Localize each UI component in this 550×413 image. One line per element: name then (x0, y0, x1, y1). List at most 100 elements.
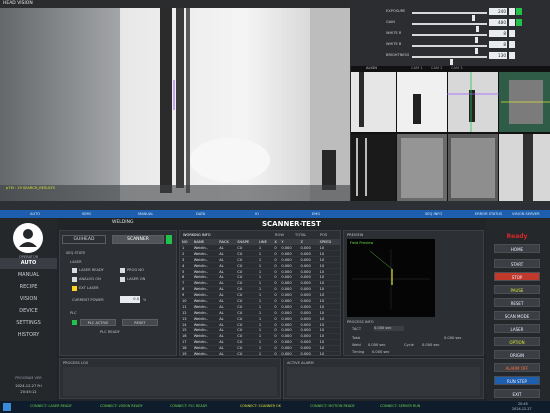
checkbox[interactable] (72, 268, 77, 273)
checkbox-checked[interactable] (72, 286, 77, 291)
slider-row: BRIGHTNESS 130 (350, 51, 550, 65)
strip-item[interactable]: SEQ INFO (425, 212, 442, 216)
camera-view[interactable]: HEAD VISION p7M : 19 SEARCH_RESULTS (0, 0, 350, 201)
strip-item[interactable]: ERROR STATUS (475, 212, 502, 216)
origin-button[interactable]: ORIGIN (494, 350, 540, 359)
home-button[interactable]: HOME (494, 244, 540, 253)
sidebar-item-recipe[interactable]: RECIPE (0, 282, 57, 293)
alarm-off-button[interactable]: ALARM OFF (494, 363, 540, 372)
slider-knob[interactable] (450, 58, 453, 65)
tact-label: TACT (352, 327, 362, 331)
windows-icon[interactable] (3, 403, 11, 411)
active-alarm-panel[interactable]: ACTIVE ALARM (283, 358, 484, 399)
process-log-panel[interactable]: PROCESS LOG (59, 358, 281, 399)
strip-item[interactable]: AUTO (30, 212, 40, 216)
checkbox[interactable] (120, 277, 125, 282)
connection-status: CONNECT: SCANNER OK (240, 404, 281, 408)
taskbar: CONNECT: LASER READY CONNECT: VISION REA… (0, 401, 550, 413)
laser-button[interactable]: LASER (494, 324, 540, 333)
reset-button[interactable]: RESET (122, 319, 158, 326)
strip-item[interactable]: EMG (312, 212, 320, 216)
strip-item[interactable]: SEMI (82, 212, 91, 216)
slider-row: EXPOSURE 240 (350, 7, 550, 21)
preview-crosshair (352, 249, 430, 309)
slider-apply-button[interactable] (509, 8, 515, 15)
connection-status: CONNECT: LASER READY (30, 404, 72, 408)
sidebar-item-manual[interactable]: MANUAL (0, 270, 57, 281)
avatar[interactable] (13, 223, 43, 253)
slider-track[interactable] (412, 12, 487, 21)
sidebar-item-auto[interactable]: AUTO (0, 258, 57, 269)
tab-welding[interactable]: WELDING (112, 220, 133, 225)
slider-value[interactable]: 130 (489, 52, 507, 59)
slider-apply-button[interactable] (509, 30, 515, 37)
run-step-button[interactable]: RUN STEP (494, 376, 540, 385)
table-sub: POS (320, 233, 328, 237)
control-column: Ready HOME START STOP PAUSE RESET SCAN M… (486, 218, 550, 401)
slider-track[interactable] (412, 45, 487, 54)
start-button[interactable]: START (494, 259, 540, 268)
sidebar-item-settings[interactable]: SETTINGS (0, 318, 57, 329)
power-value[interactable]: 0.0 (120, 296, 140, 303)
checkbox-label: EXT LASER (79, 286, 99, 290)
preview-title: PREVIEW (347, 233, 364, 237)
slider-row: WHITE R 8 (350, 29, 550, 43)
sidebar-item-vision[interactable]: VISION (0, 294, 57, 305)
slider-track[interactable] (412, 34, 487, 43)
thumb-tab[interactable]: CAM 1 (411, 66, 423, 70)
preview-panel: PREVIEW Field Preview PROCESS INFO TACT … (343, 230, 484, 356)
checkbox-label: PROG NO (127, 268, 144, 272)
sidebar: OPERATOR AUTO MANUAL RECIPE VISION DEVIC… (0, 218, 57, 404)
plc-active-button[interactable]: PLC ACTIVE (80, 319, 116, 326)
status-led (516, 19, 522, 26)
slider-label: WHITE B (386, 42, 402, 46)
connection-status: CONNECT: SERVER RUN (380, 404, 421, 408)
slider-apply-button[interactable] (509, 52, 515, 59)
slider-apply-button[interactable] (509, 19, 515, 26)
table-cell: 0.000 (299, 351, 319, 355)
scan-mode-button[interactable]: SCAN MODE (494, 311, 540, 320)
thumbs-label: ALIGN (366, 66, 377, 70)
table-cell: 10 (318, 351, 340, 355)
strip-item[interactable]: DATA (196, 212, 205, 216)
process-log-title: PROCESS LOG (63, 361, 89, 365)
strip-item[interactable]: VISION SERVER (512, 212, 540, 216)
exit-button[interactable]: EXIT (494, 389, 540, 398)
main-panel: WELDING SCANNER-TEST GUIHEAD SCANNER SEQ… (57, 218, 486, 401)
checkbox[interactable] (72, 277, 77, 282)
guihead-button[interactable]: GUIHEAD (62, 235, 106, 244)
table-cell: 19 (181, 351, 193, 355)
thumb-tab[interactable]: CAM 3 (451, 66, 463, 70)
slider-track[interactable] (412, 56, 487, 65)
slider-label: BRIGHTNESS (386, 53, 410, 57)
slider-value[interactable]: 480 (489, 19, 507, 26)
sidebar-item-device[interactable]: DEVICE (0, 306, 57, 317)
table-cell: 0.000 (280, 351, 300, 355)
vision-thumbnails[interactable]: ALIGN CAM 1 CAM 2 CAM 3 (351, 66, 550, 201)
sidebar-item-history[interactable]: HISTORY (0, 330, 57, 341)
scanner-button[interactable]: SCANNER (112, 235, 164, 244)
checkbox[interactable] (120, 268, 125, 273)
slider-apply-button[interactable] (509, 41, 515, 48)
working-table[interactable]: NO NAME RACK SHAPE LINE X Y Z SPEED 1 Wel… (181, 239, 340, 355)
thumb-tab[interactable]: CAM 2 (431, 66, 443, 70)
reset-button[interactable]: RESET (494, 298, 540, 307)
table-row[interactable]: 19 Weldin.. AL CU 1 0 0.000 0.000 10 (181, 351, 340, 355)
taskbar-clock: 20:45 (518, 402, 528, 406)
section-label: SEQ STATE (66, 251, 86, 255)
strip-item[interactable]: IO (255, 212, 259, 216)
slider-value[interactable]: 8 (489, 30, 507, 37)
table-sub: TOTAL (295, 233, 307, 237)
strip-item[interactable]: MANUAL (138, 212, 153, 216)
active-alarm-box[interactable] (287, 367, 480, 396)
slider-value[interactable]: 240 (489, 8, 507, 15)
table-sub: ROW (275, 233, 284, 237)
stop-button[interactable]: STOP (494, 272, 540, 281)
slider-track[interactable] (412, 23, 487, 32)
plc-led (72, 320, 77, 325)
option-button[interactable]: OPTION (494, 337, 540, 346)
slider-value[interactable]: 8 (489, 41, 507, 48)
process-log-box[interactable] (63, 367, 277, 396)
pause-button[interactable]: PAUSE (494, 285, 540, 294)
power-label: CURRENT POWER (72, 298, 104, 302)
